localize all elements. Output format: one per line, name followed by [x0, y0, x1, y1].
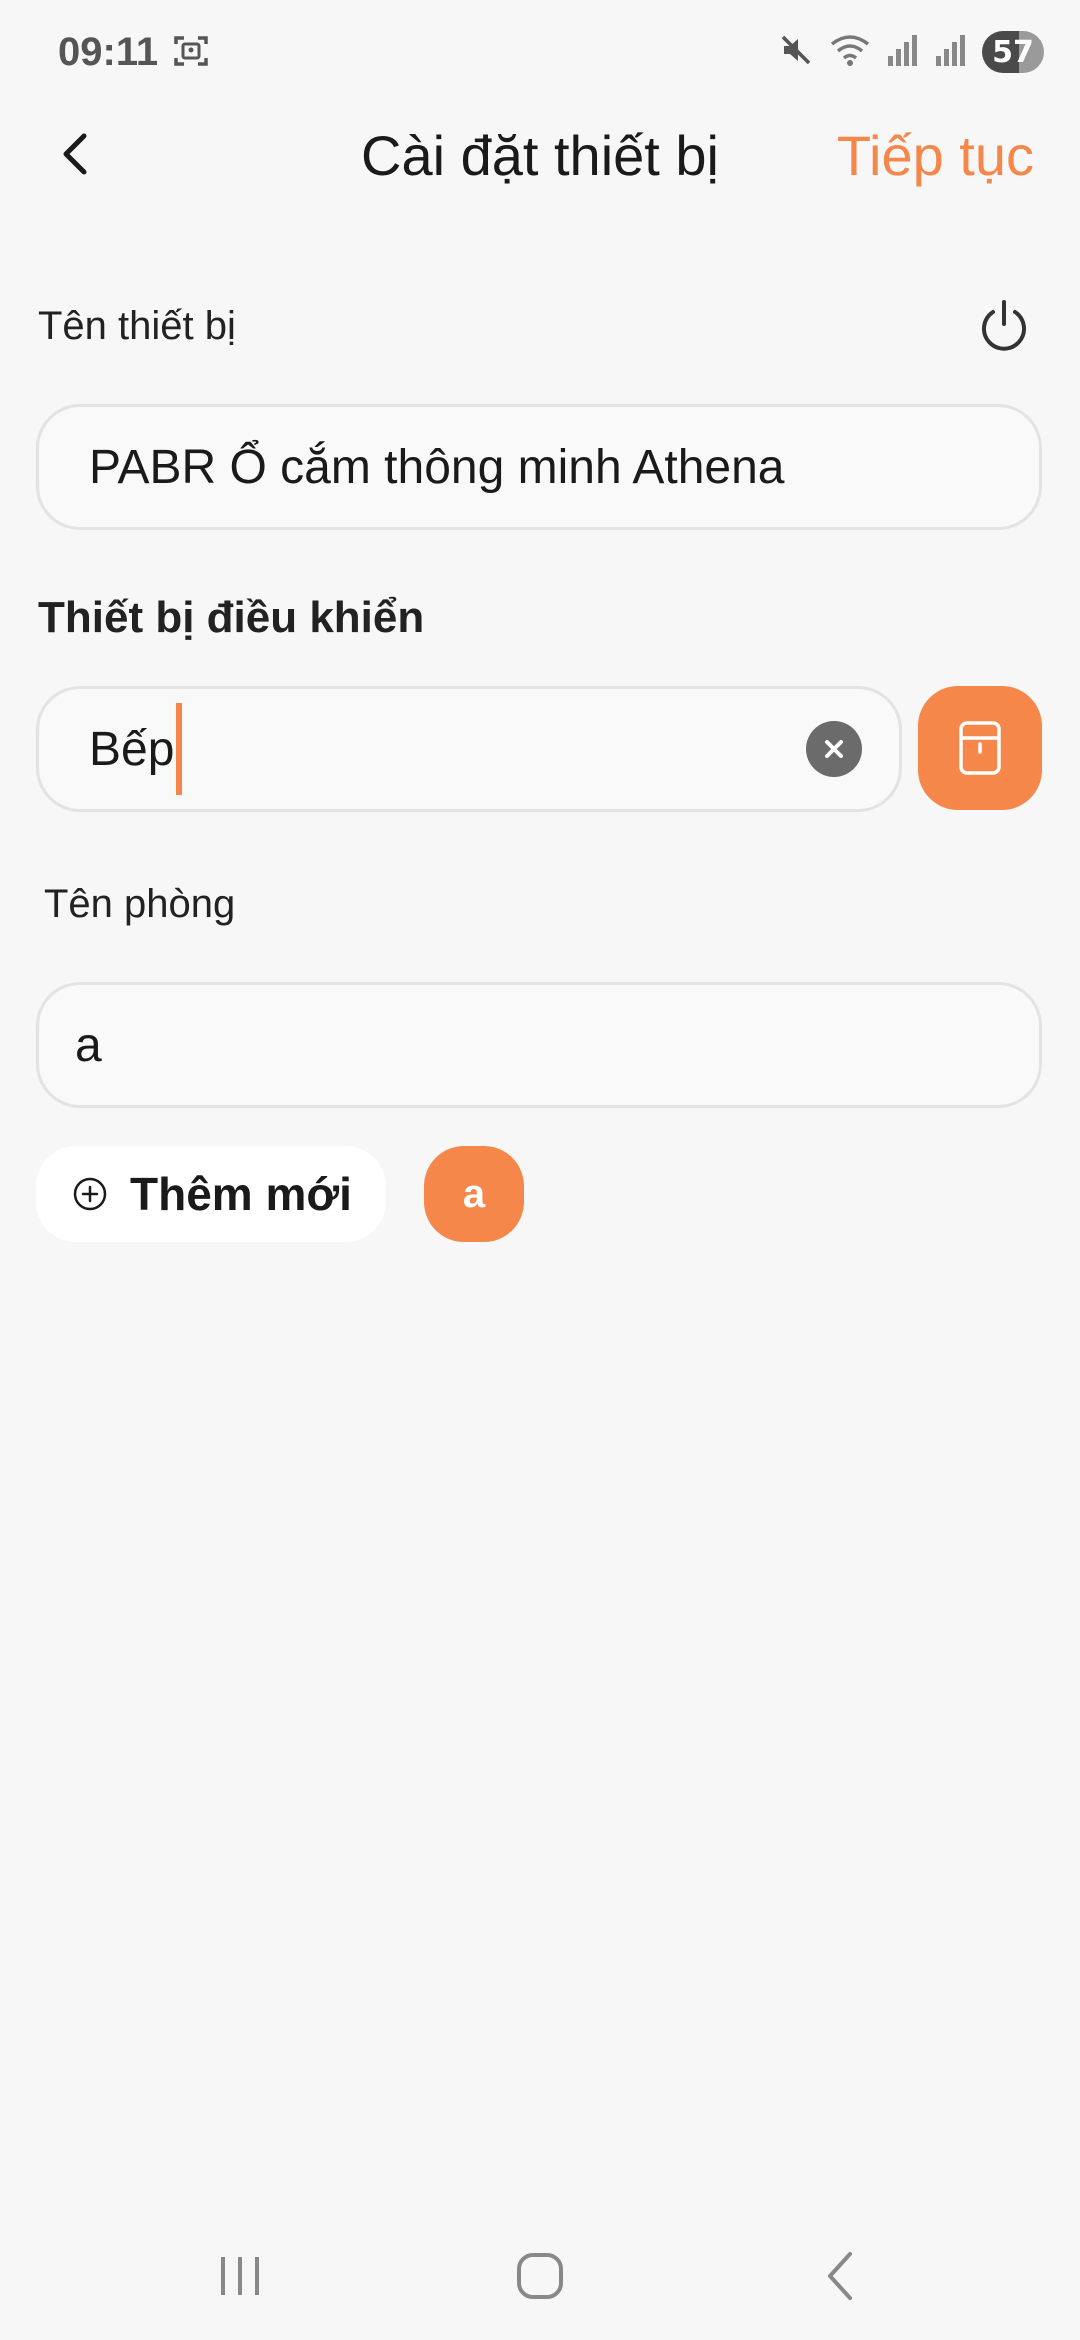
chevron-left-icon — [63, 133, 87, 175]
signal-icon-2 — [934, 32, 968, 73]
home-icon — [517, 2253, 563, 2299]
add-new-room-button[interactable]: Thêm mới — [36, 1146, 386, 1242]
controller-value: Bếp — [89, 722, 175, 776]
signal-icon — [886, 32, 920, 73]
nav-back-button[interactable] — [800, 2236, 880, 2316]
wifi-icon — [828, 32, 872, 73]
device-name-value: PABR Ổ cắm thông minh Athena — [89, 440, 785, 494]
select-device-button[interactable] — [918, 686, 1042, 810]
screenshot-icon — [172, 32, 210, 70]
status-icons: 57 — [778, 28, 1044, 76]
battery-indicator: 57 — [982, 31, 1044, 73]
text-caret — [176, 703, 183, 795]
fridge-icon — [959, 721, 1001, 775]
clear-input-button[interactable] — [806, 721, 862, 777]
back-icon — [828, 2252, 852, 2300]
add-new-label: Thêm mới — [130, 1168, 352, 1220]
continue-button[interactable]: Tiếp tục — [837, 120, 1034, 192]
status-time: 09:11 — [58, 30, 159, 74]
plus-circle-icon — [73, 1177, 107, 1211]
room-name-label: Tên phòng — [44, 882, 236, 926]
controller-label: Thiết bị điều khiển — [38, 593, 425, 642]
power-button[interactable] — [970, 292, 1038, 360]
nav-recents-button[interactable] — [200, 2236, 280, 2316]
power-icon — [982, 300, 1026, 351]
room-name-value: a — [75, 1018, 102, 1072]
mute-icon — [778, 32, 814, 73]
nav-home-button[interactable] — [500, 2236, 580, 2316]
room-name-input[interactable]: a — [36, 982, 1042, 1108]
device-name-input[interactable]: PABR Ổ cắm thông minh Athena — [36, 404, 1042, 530]
close-icon — [825, 740, 843, 758]
back-button[interactable] — [40, 118, 112, 190]
controller-input[interactable]: Bếp — [36, 686, 902, 812]
device-name-label: Tên thiết bị — [38, 304, 236, 348]
room-chip[interactable]: a — [424, 1146, 524, 1242]
recents-icon — [221, 2257, 259, 2295]
